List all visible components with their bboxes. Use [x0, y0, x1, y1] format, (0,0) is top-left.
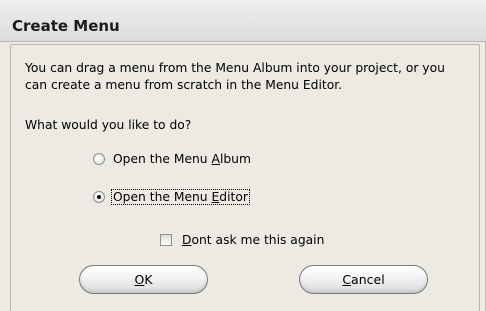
option-open-menu-album-label-key: A	[211, 152, 220, 166]
option-open-menu-album[interactable]: Open the Menu Album	[93, 150, 252, 168]
option-open-menu-album-label[interactable]: Open the Menu Album	[112, 152, 252, 166]
cancel-button[interactable]: Cancel	[299, 265, 428, 294]
create-menu-dialog: Create Menu You can drag a menu from the…	[0, 0, 486, 311]
cancel-button-post: ancel	[351, 272, 385, 287]
dont-ask-again-label-post: ont ask me this again	[191, 233, 325, 247]
radio-open-menu-editor[interactable]	[93, 191, 105, 203]
option-open-menu-editor[interactable]: Open the Menu Editor	[93, 188, 250, 206]
option-open-menu-album-label-post: lbum	[219, 152, 251, 166]
ok-button-key: O	[134, 272, 145, 287]
cancel-button-key: C	[342, 272, 352, 287]
option-open-menu-album-label-pre: Open the Menu	[113, 152, 212, 166]
option-open-menu-editor-label-pre: Open the Menu	[113, 190, 212, 204]
dialog-description: You can drag a menu from the Menu Album …	[25, 61, 445, 92]
dont-ask-again-label[interactable]: Dont ask me this again	[182, 233, 324, 247]
ok-button-post: K	[144, 272, 153, 287]
dialog-question: What would you like to do?	[25, 118, 192, 132]
option-open-menu-editor-label-post: ditor	[219, 190, 248, 204]
radio-open-menu-album[interactable]	[93, 153, 105, 165]
dialog-title: Create Menu	[12, 17, 120, 35]
dont-ask-again-checkbox[interactable]	[160, 234, 172, 246]
dont-ask-again[interactable]: Dont ask me this again	[160, 231, 324, 249]
option-open-menu-editor-label[interactable]: Open the Menu Editor	[111, 189, 250, 205]
dialog-titlebar: Create Menu	[0, 0, 486, 42]
ok-button[interactable]: OK	[79, 265, 208, 294]
